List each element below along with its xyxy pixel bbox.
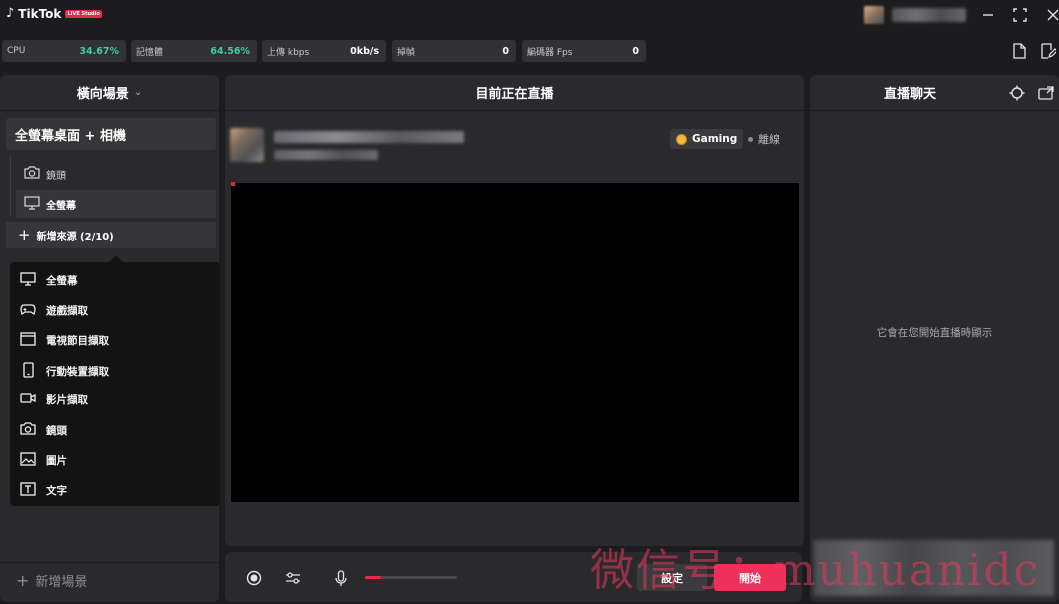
menu-item-label: 行動裝置擷取 [46,366,109,378]
dropped-frames-stat: 掉幀 0 [392,40,516,62]
streamer-avatar [230,128,264,162]
image-icon [20,452,36,469]
encoder-fps-value: 0 [632,45,639,57]
dropped-frames-label: 掉幀 [397,47,416,58]
video-camera-icon [20,392,36,407]
chevron-down-icon: ⌄ [133,86,143,98]
tiktok-note-icon: ♪ [6,6,15,21]
scene-orientation-dropdown[interactable]: 橫向場景 ⌄ [0,75,219,109]
live-chat-header: 直播聊天 [810,75,1010,109]
popout-chat-icon[interactable] [1037,84,1055,102]
add-source-label: 新增來源 (2/10) [36,231,114,243]
menu-item-tv-capture[interactable]: 電視節目擷取 [20,332,109,349]
gamepad-icon [20,302,36,319]
panel-divider [810,110,1059,111]
add-scene-label: 新增場景 [35,575,88,590]
document-icon[interactable] [1010,42,1028,60]
add-source-menu: 全螢幕 遊戲擷取 電視節目擷取 行動裝置擷取 影片擷取 鏡頭 圖片 文字 [10,262,220,506]
app-brand: TikTok [18,6,62,21]
live-status: 離線 [748,131,780,147]
stream-preview-canvas[interactable] [231,183,799,502]
category-badge[interactable]: Gaming [670,129,744,149]
microphone-icon[interactable] [332,568,350,588]
stream-title-blurred [274,131,464,143]
dropped-frames-value: 0 [502,45,509,57]
source-label: 鏡頭 [46,170,66,182]
preview-corner-marker [231,182,235,186]
user-name-blurred [892,8,966,22]
scene-orientation-label: 橫向場景 [76,86,129,102]
menu-item-fullscreen[interactable]: 全螢幕 [20,272,78,289]
category-label: Gaming [692,133,738,145]
encoder-fps-stat: 編碼器 Fps 0 [522,40,646,62]
panel-divider [0,562,219,563]
chat-settings-icon[interactable] [1008,84,1026,102]
source-item-camera[interactable]: 鏡頭 [16,162,216,186]
game-coin-icon [676,133,687,145]
live-preview-title: 目前正在直播 [475,86,554,102]
status-dot-icon [748,136,753,142]
watermark-text: 微信号：muhuanidc [590,545,1041,596]
encoder-fps-label: 編碼器 Fps [527,47,573,58]
live-status-label: 離線 [758,133,780,146]
menu-item-label: 影片擷取 [46,394,88,406]
menu-item-label: 鏡頭 [46,424,67,437]
menu-item-label: 電視節目擷取 [46,335,109,347]
record-icon[interactable] [245,569,263,587]
memory-stat: 記憶體 64.56% [131,40,257,62]
upload-label: 上傳 kbps [267,47,310,58]
user-avatar[interactable] [864,6,884,24]
add-scene-button[interactable]: + 新增場景 [16,571,87,590]
scene-name: 全螢幕桌面 + 相機 [15,128,126,144]
adjust-settings-icon[interactable] [284,569,302,587]
monitor-icon [20,272,36,289]
live-preview-header: 目前正在直播 [225,75,804,109]
chat-empty-message: 它會在您開始直播時顯示 [876,327,993,339]
menu-item-mobile-capture[interactable]: 行動裝置擷取 [20,362,109,381]
cpu-stat: CPU 34.67% [2,40,126,62]
menu-item-label: 文字 [46,485,67,497]
menu-item-image[interactable]: 圖片 [20,452,67,469]
panel-divider [0,110,219,111]
menu-item-label: 全螢幕 [46,275,78,287]
scene-item-fullscreen-camera[interactable]: 全螢幕桌面 + 相機 [6,118,216,150]
cpu-label: CPU [7,46,26,56]
source-label: 全螢幕 [46,200,76,212]
phone-icon [20,362,36,381]
window-icon [20,332,36,349]
monitor-icon [24,195,40,213]
edit-notes-icon[interactable] [1039,42,1057,60]
source-item-fullscreen[interactable]: 全螢幕 [16,190,216,218]
maximize-icon[interactable] [1009,4,1031,26]
camera-icon [24,166,40,182]
stream-subtitle-blurred [274,150,378,160]
memory-label: 記憶體 [136,47,164,58]
menu-item-text[interactable]: 文字 [20,482,67,499]
menu-item-label: 圖片 [46,455,67,467]
app-logo: ♪ TikTok LIVE Studio [6,6,102,21]
live-chat-title: 直播聊天 [883,86,936,102]
plus-icon: + [18,226,31,244]
cpu-value: 34.67% [79,45,119,57]
plus-icon: + [16,571,30,590]
menu-item-video-capture[interactable]: 影片擷取 [20,392,88,407]
panel-divider [225,110,804,111]
camera-icon [20,422,36,438]
memory-value: 64.56% [210,45,250,57]
menu-item-camera[interactable]: 鏡頭 [20,422,67,438]
menu-item-game-capture[interactable]: 遊戲擷取 [20,302,88,319]
live-studio-badge: LIVE Studio [65,9,102,18]
minimize-icon[interactable] [977,4,999,26]
source-tree-line [10,156,11,216]
close-icon[interactable] [1042,4,1059,26]
mic-volume-level [365,576,381,579]
upload-value: 0kb/s [350,45,379,57]
text-icon [20,482,36,499]
add-source-button[interactable]: + 新增來源 (2/10) [6,222,216,248]
upload-stat: 上傳 kbps 0kb/s [262,40,386,62]
menu-item-label: 遊戲擷取 [46,305,88,317]
